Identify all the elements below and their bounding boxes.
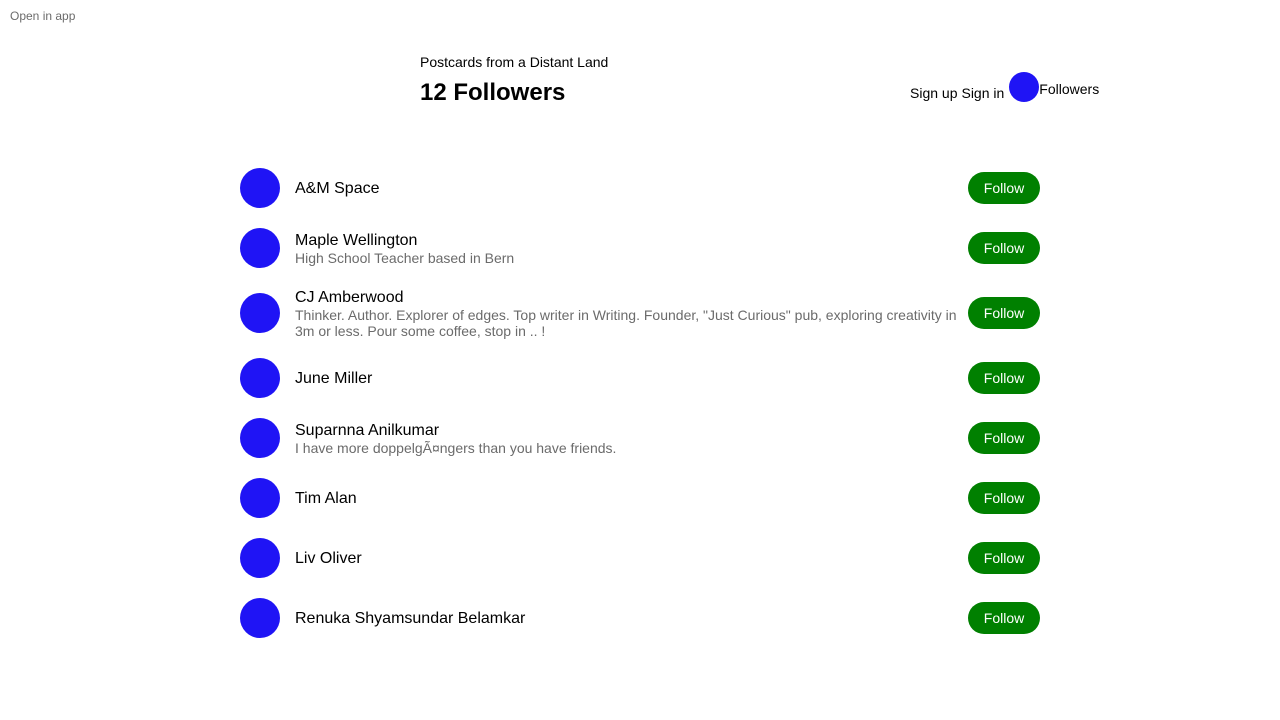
follow-button[interactable]: Follow — [968, 482, 1040, 514]
follower-avatar[interactable] — [240, 418, 280, 458]
follower-row: Suparnna Anilkumar I have more doppelgÃ¤… — [240, 408, 1040, 468]
sign-in-link[interactable]: Sign in — [961, 85, 1004, 102]
follower-info: Liv Oliver — [295, 549, 960, 568]
follower-info: Maple Wellington High School Teacher bas… — [295, 231, 960, 266]
page-title: 12 Followers — [420, 79, 566, 106]
follower-info: Suparnna Anilkumar I have more doppelgÃ¤… — [295, 421, 960, 456]
follower-row: Tim Alan Follow — [240, 468, 1040, 528]
follower-info: June Miller — [295, 369, 960, 388]
follower-row: A&M Space Follow — [240, 158, 1040, 218]
follower-info: CJ Amberwood Thinker. Author. Explorer o… — [295, 288, 960, 339]
follow-button[interactable]: Follow — [968, 232, 1040, 264]
open-in-app-link[interactable]: Open in app — [10, 9, 75, 23]
follower-avatar[interactable] — [240, 168, 280, 208]
follower-info: Renuka Shyamsundar Belamkar — [295, 609, 960, 628]
follower-avatar[interactable] — [240, 293, 280, 333]
follow-button[interactable]: Follow — [968, 422, 1040, 454]
follower-name[interactable]: Tim Alan — [295, 489, 960, 508]
follower-row: CJ Amberwood Thinker. Author. Explorer o… — [240, 278, 1040, 348]
top-nav: Sign up Sign in Followers — [910, 72, 1099, 102]
follower-row: Liv Oliver Follow — [240, 528, 1040, 588]
follower-name[interactable]: Renuka Shyamsundar Belamkar — [295, 609, 960, 628]
follower-bio: High School Teacher based in Bern — [295, 249, 515, 266]
follower-avatar[interactable] — [240, 228, 280, 268]
follower-info: Tim Alan — [295, 489, 960, 508]
follower-name[interactable]: CJ Amberwood — [295, 288, 960, 307]
sign-up-link[interactable]: Sign up — [910, 85, 957, 102]
follow-button[interactable]: Follow — [968, 297, 1040, 329]
follower-name[interactable]: Suparnna Anilkumar — [295, 421, 960, 440]
follower-row: June Miller Follow — [240, 348, 1040, 408]
followers-link[interactable]: Followers — [1039, 81, 1099, 97]
follower-info: A&M Space — [295, 179, 960, 198]
follower-name[interactable]: A&M Space — [295, 179, 960, 198]
follow-button[interactable]: Follow — [968, 172, 1040, 204]
follow-button[interactable]: Follow — [968, 602, 1040, 634]
follow-button[interactable]: Follow — [968, 542, 1040, 574]
followers-list: A&M Space Follow Maple Wellington High S… — [240, 158, 1040, 648]
follower-row: Maple Wellington High School Teacher bas… — [240, 218, 1040, 278]
follower-name[interactable]: Maple Wellington — [295, 231, 960, 250]
publication-name[interactable]: Postcards from a Distant Land — [420, 54, 608, 70]
follower-bio: Thinker. Author. Explorer of edges. Top … — [295, 306, 957, 339]
follower-row: Renuka Shyamsundar Belamkar Follow — [240, 588, 1040, 648]
follow-button[interactable]: Follow — [968, 362, 1040, 394]
follower-name[interactable]: June Miller — [295, 369, 960, 388]
follower-avatar[interactable] — [240, 598, 280, 638]
follower-avatar[interactable] — [240, 358, 280, 398]
user-avatar-icon[interactable] — [1009, 72, 1040, 102]
follower-bio: I have more doppelgÃ¤ngers than you have… — [295, 439, 617, 456]
follower-avatar[interactable] — [240, 538, 280, 578]
follower-avatar[interactable] — [240, 478, 280, 518]
follower-name[interactable]: Liv Oliver — [295, 549, 960, 568]
